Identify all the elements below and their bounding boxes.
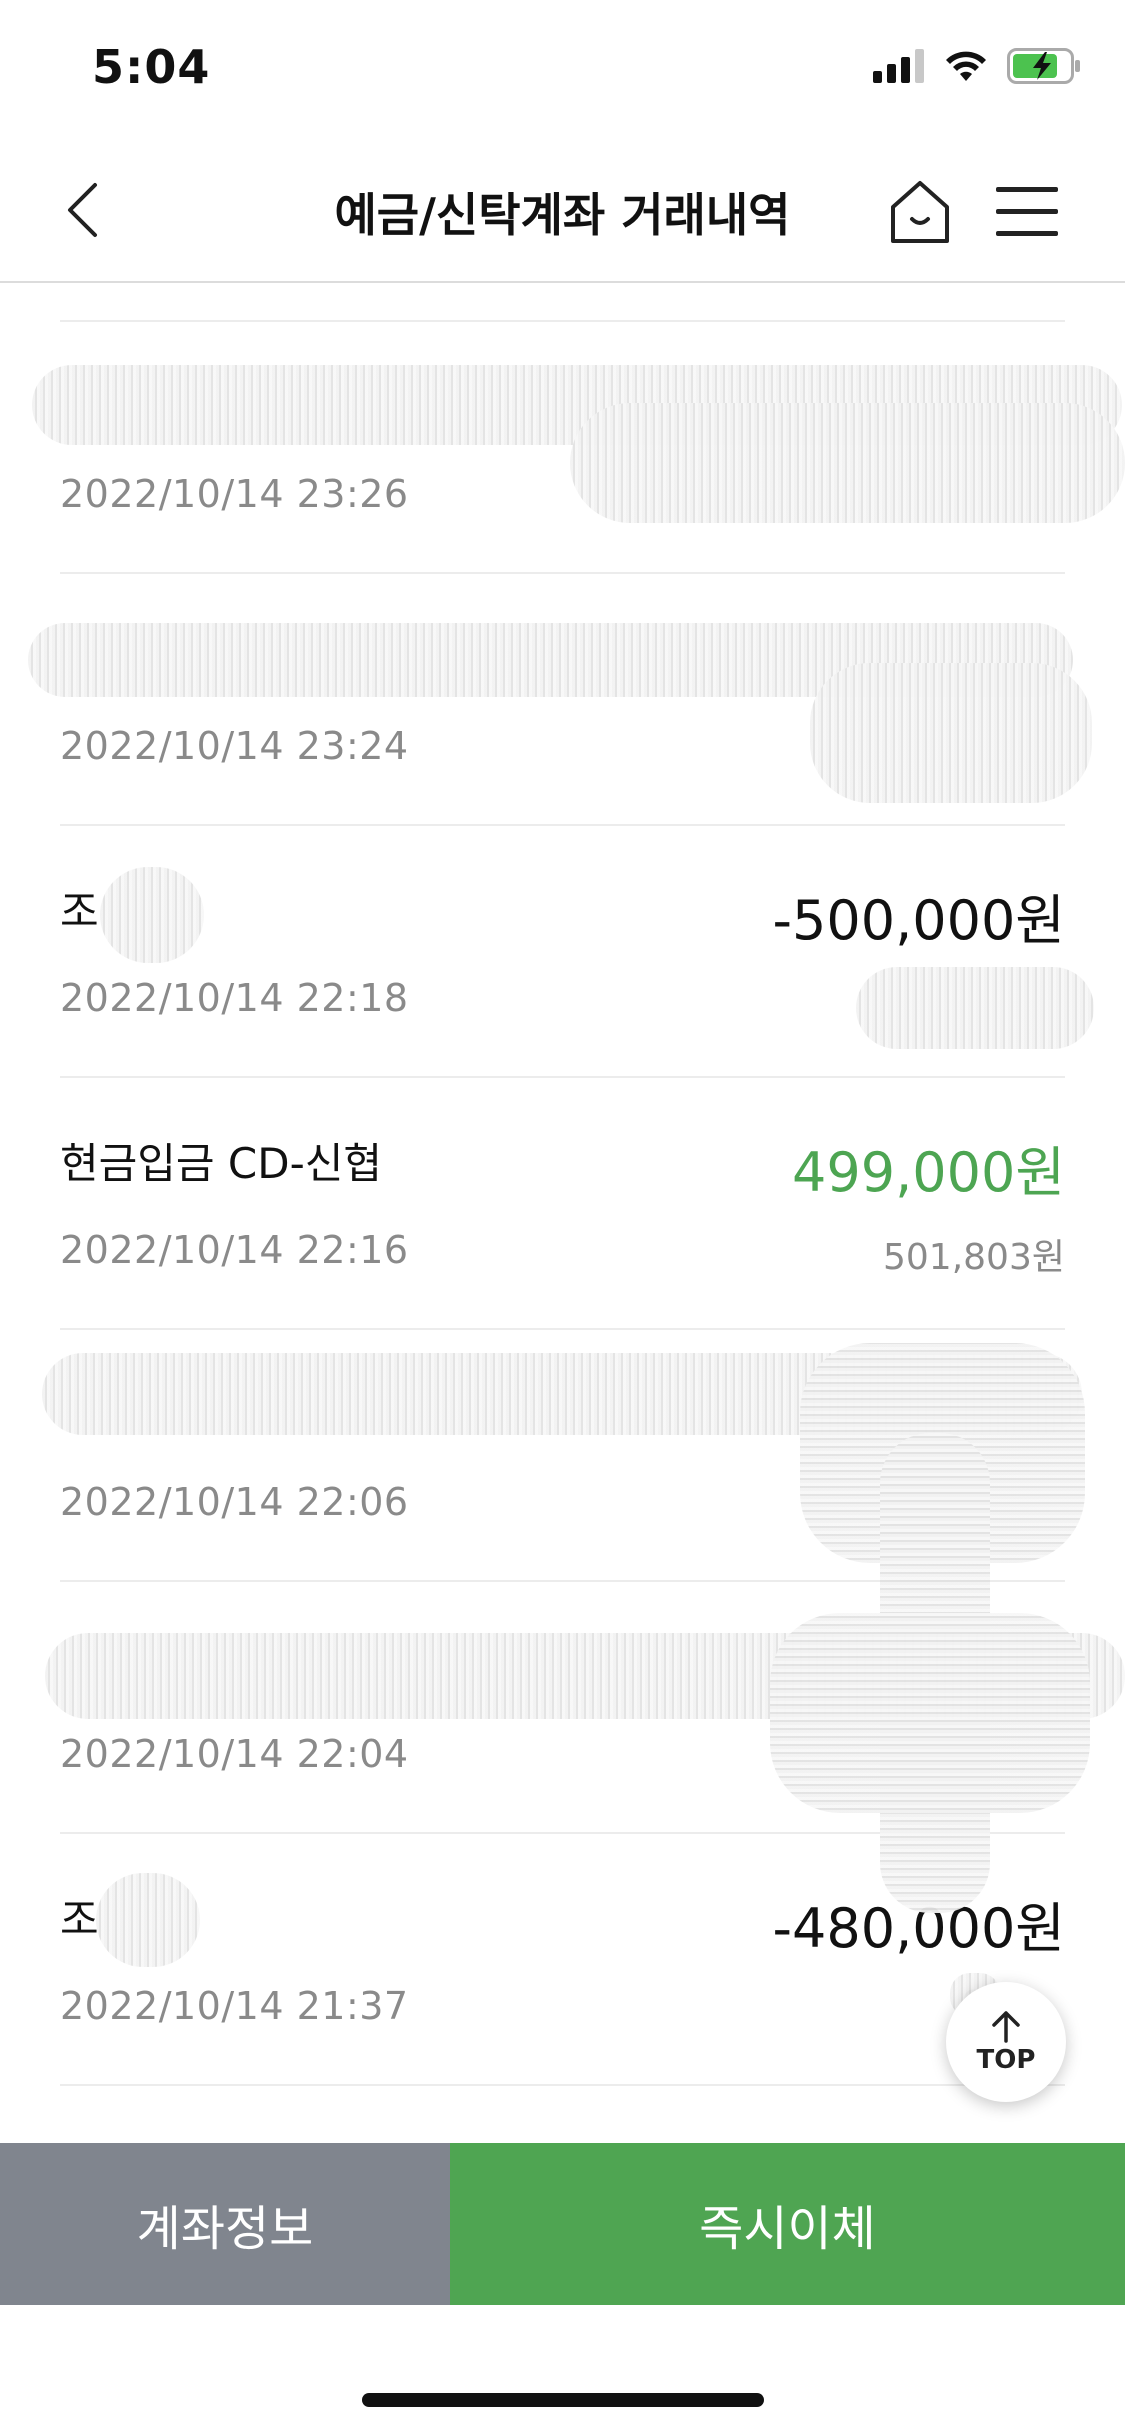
transaction-amount: 499,000원 [792, 1141, 1065, 1204]
redaction-mark [856, 967, 1094, 1049]
instant-transfer-button[interactable]: 즉시이체 [450, 2143, 1125, 2305]
transaction-date: 2022/10/14 21:37 [60, 1984, 409, 2028]
action-bar: 계좌정보 즉시이체 [0, 2143, 1125, 2305]
scroll-top-button[interactable]: TOP [946, 1982, 1066, 2102]
scroll-top-label: TOP [976, 2045, 1036, 2075]
transaction-date: 2022/10/14 22:18 [60, 976, 409, 1020]
redaction-mark [810, 663, 1092, 803]
home-icon [891, 181, 949, 243]
status-icons [873, 48, 1081, 84]
account-info-button[interactable]: 계좌정보 [0, 2143, 450, 2305]
transaction-date: 2022/10/14 23:24 [60, 724, 409, 768]
redaction-mark [96, 1873, 200, 1967]
transaction-list[interactable]: 2022/10/14 23:26 2022/10/14 23:24 조 2022… [0, 283, 1125, 2143]
signal-icon [873, 49, 924, 83]
transaction-date: 2022/10/14 22:06 [60, 1480, 409, 1524]
transaction-name: 조 [60, 1895, 99, 1944]
transaction-date: 2022/10/14 22:04 [60, 1732, 409, 1776]
transaction-date: 2022/10/14 23:26 [60, 472, 409, 516]
page-title: 예금/신탁계좌 거래내역 [334, 188, 791, 242]
battery-charging-icon [1007, 48, 1080, 84]
status-bar: 5:04 [0, 0, 1125, 135]
menu-button[interactable] [994, 185, 1060, 239]
menu-icon [996, 187, 1058, 236]
transaction-row[interactable]: 현금입금 CD-신협 2022/10/14 22:16 499,000원 501… [60, 1078, 1065, 1330]
redaction-mark [770, 1613, 1090, 1813]
transaction-balance: 501,803원 [883, 1237, 1065, 1278]
nav-header: 예금/신탁계좌 거래내역 [0, 135, 1125, 283]
transaction-name: 조 [60, 887, 99, 936]
wifi-icon [946, 51, 986, 81]
arrow-up-icon [992, 2011, 1020, 2043]
home-button[interactable] [888, 177, 952, 247]
redaction-mark [570, 403, 1125, 523]
transaction-date: 2022/10/14 22:16 [60, 1228, 409, 1272]
transaction-name: 현금입금 CD-신협 [60, 1139, 383, 1188]
status-time: 5:04 [92, 40, 211, 94]
redaction-mark [100, 867, 204, 963]
transaction-amount: -500,000원 [772, 889, 1065, 952]
home-indicator [362, 2393, 764, 2407]
